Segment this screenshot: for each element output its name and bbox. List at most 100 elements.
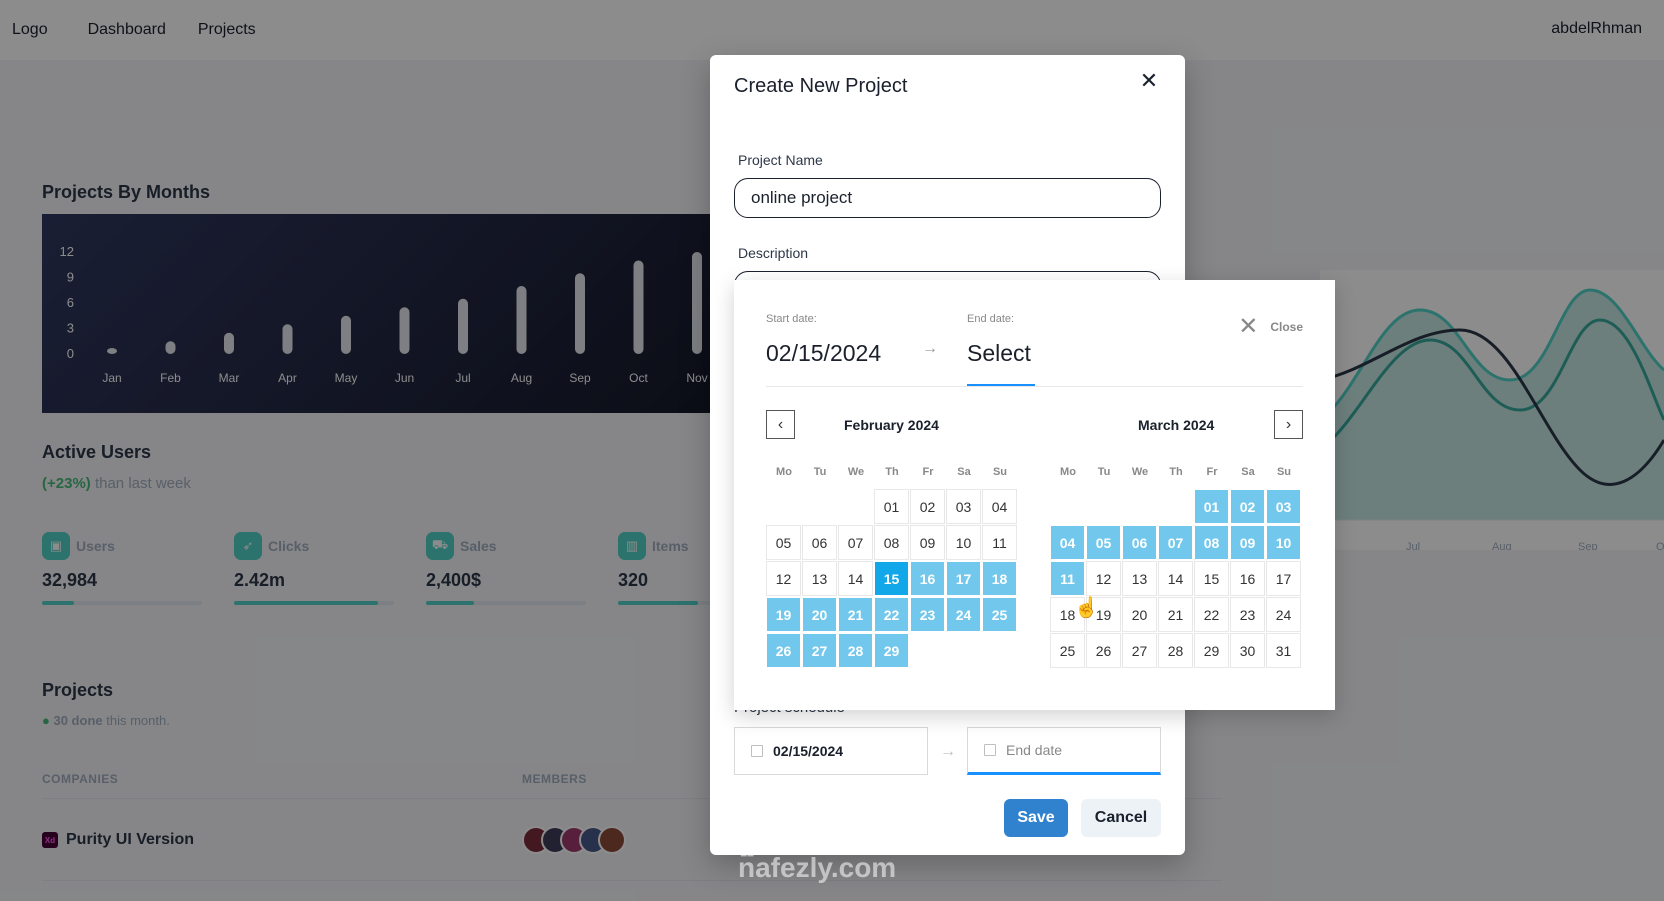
arrow-right-icon: →	[940, 743, 956, 760]
end-date-input[interactable]: End date	[967, 727, 1161, 775]
calendar-day[interactable]: 15	[874, 561, 909, 596]
calendar-day[interactable]: 06	[802, 525, 837, 560]
calendar-day[interactable]: 07	[1158, 525, 1193, 560]
prev-month-button[interactable]: ‹	[766, 410, 795, 439]
start-date-display[interactable]: 02/15/2024	[766, 340, 881, 367]
calendar-day[interactable]: 26	[1086, 633, 1121, 668]
calendar-day[interactable]: 27	[802, 633, 837, 668]
calendar-day[interactable]: 13	[1122, 561, 1157, 596]
picker-close-label: Close	[1270, 319, 1303, 334]
calendar-day[interactable]: 07	[838, 525, 873, 560]
calendar-day[interactable]: 04	[1050, 525, 1085, 560]
description-label: Description	[738, 245, 809, 261]
calendar-day[interactable]: 18	[982, 561, 1017, 596]
modal-title: Create New Project	[734, 75, 908, 97]
calendar-day[interactable]: 16	[1230, 561, 1265, 596]
calendar-day[interactable]: 27	[1122, 633, 1157, 668]
calendar-day[interactable]: 12	[766, 561, 801, 596]
calendar-day[interactable]: 03	[1266, 489, 1301, 524]
weekday-header: Th	[885, 466, 899, 478]
close-icon: ✕	[1238, 313, 1259, 340]
calendar-day[interactable]: 28	[838, 633, 873, 668]
cancel-button[interactable]: Cancel	[1081, 799, 1161, 837]
calendar-day[interactable]: 04	[982, 489, 1017, 524]
calendar-day[interactable]: 25	[982, 597, 1017, 632]
calendar-day[interactable]: 17	[1266, 561, 1301, 596]
calendar-day[interactable]: 30	[1230, 633, 1265, 668]
chevron-right-icon: ›	[1285, 415, 1292, 433]
calendar-day[interactable]: 22	[1194, 597, 1229, 632]
close-icon[interactable]: ✕	[1137, 68, 1161, 93]
weekday-header: Tu	[1097, 466, 1111, 478]
calendar-day[interactable]: 14	[838, 561, 873, 596]
picker-close-button[interactable]: ✕ Close	[1238, 312, 1303, 341]
calendar-day[interactable]: 25	[1050, 633, 1085, 668]
month-title-left: February 2024	[844, 417, 939, 433]
chevron-left-icon: ‹	[777, 415, 784, 433]
end-date-label: End date:	[967, 313, 1015, 325]
arrow-right-icon: →	[922, 340, 938, 357]
watermark: نفذلي nafezly.com	[728, 790, 896, 884]
calendar-day[interactable]: 29	[1194, 633, 1229, 668]
calendar-day[interactable]: 21	[838, 597, 873, 632]
project-name-input[interactable]: online project	[734, 178, 1161, 218]
calendar-day[interactable]: 05	[766, 525, 801, 560]
weekday-header: Mo	[776, 466, 792, 478]
calendar-day[interactable]: 15	[1194, 561, 1229, 596]
calendar-day[interactable]: 24	[946, 597, 981, 632]
calendar-day[interactable]: 08	[874, 525, 909, 560]
next-month-button[interactable]: ›	[1274, 410, 1303, 439]
calendar-day[interactable]: 21	[1158, 597, 1193, 632]
calendar-day[interactable]: 11	[982, 525, 1017, 560]
weekday-header: Th	[1169, 466, 1183, 478]
project-name-label: Project Name	[738, 152, 823, 168]
calendar-day[interactable]: 20	[1122, 597, 1157, 632]
calendar-icon	[751, 745, 763, 757]
end-date-display[interactable]: Select	[967, 340, 1031, 367]
calendar-day[interactable]: 05	[1086, 525, 1121, 560]
calendar-day[interactable]: 23	[1230, 597, 1265, 632]
calendar-day[interactable]: 29	[874, 633, 909, 668]
weekday-header: Mo	[1060, 466, 1076, 478]
calendar-day[interactable]: 10	[1266, 525, 1301, 560]
calendar-day[interactable]: 09	[910, 525, 945, 560]
calendar-day[interactable]: 01	[1194, 489, 1229, 524]
weekday-header: Sa	[1241, 466, 1255, 478]
date-range-picker: Start date: 02/15/2024 → End date: Selec…	[734, 280, 1335, 710]
calendar-day[interactable]: 23	[910, 597, 945, 632]
weekday-header: We	[1131, 466, 1149, 478]
watermark-arabic: نفذلي	[728, 791, 866, 854]
calendar-day[interactable]: 01	[874, 489, 909, 524]
calendar-day[interactable]: 03	[946, 489, 981, 524]
calendar-day[interactable]: 02	[1230, 489, 1265, 524]
calendar-day[interactable]: 12	[1086, 561, 1121, 596]
calendar-day[interactable]: 19	[766, 597, 801, 632]
calendar-day[interactable]: 08	[1194, 525, 1229, 560]
weekday-header: Sa	[957, 466, 971, 478]
calendar-day[interactable]: 24	[1266, 597, 1301, 632]
calendar-icon	[984, 744, 996, 756]
start-date-label: Start date:	[766, 313, 817, 325]
calendar-day[interactable]: 31	[1266, 633, 1301, 668]
picker-divider	[766, 386, 1303, 387]
save-button[interactable]: Save	[1004, 799, 1068, 837]
start-date-input[interactable]: 02/15/2024	[734, 727, 928, 775]
calendar-day[interactable]: 20	[802, 597, 837, 632]
calendar-day[interactable]: 11	[1050, 561, 1085, 596]
calendar-day[interactable]: 16	[910, 561, 945, 596]
calendar-day[interactable]: 26	[766, 633, 801, 668]
calendar-day[interactable]: 17	[946, 561, 981, 596]
calendar-day[interactable]: 22	[874, 597, 909, 632]
end-date-placeholder: End date	[1006, 742, 1063, 758]
calendar-day[interactable]: 14	[1158, 561, 1193, 596]
calendar-day[interactable]: 28	[1158, 633, 1193, 668]
calendar-day[interactable]: 06	[1122, 525, 1157, 560]
calendar-day[interactable]: 02	[910, 489, 945, 524]
weekday-header: Tu	[813, 466, 827, 478]
calendar-day[interactable]: 13	[802, 561, 837, 596]
calendar-day[interactable]: 09	[1230, 525, 1265, 560]
hand-cursor-icon: ☝	[1074, 597, 1099, 619]
calendar-day[interactable]: 10	[946, 525, 981, 560]
weekday-header: We	[847, 466, 865, 478]
weekday-header: Su	[992, 466, 1008, 478]
